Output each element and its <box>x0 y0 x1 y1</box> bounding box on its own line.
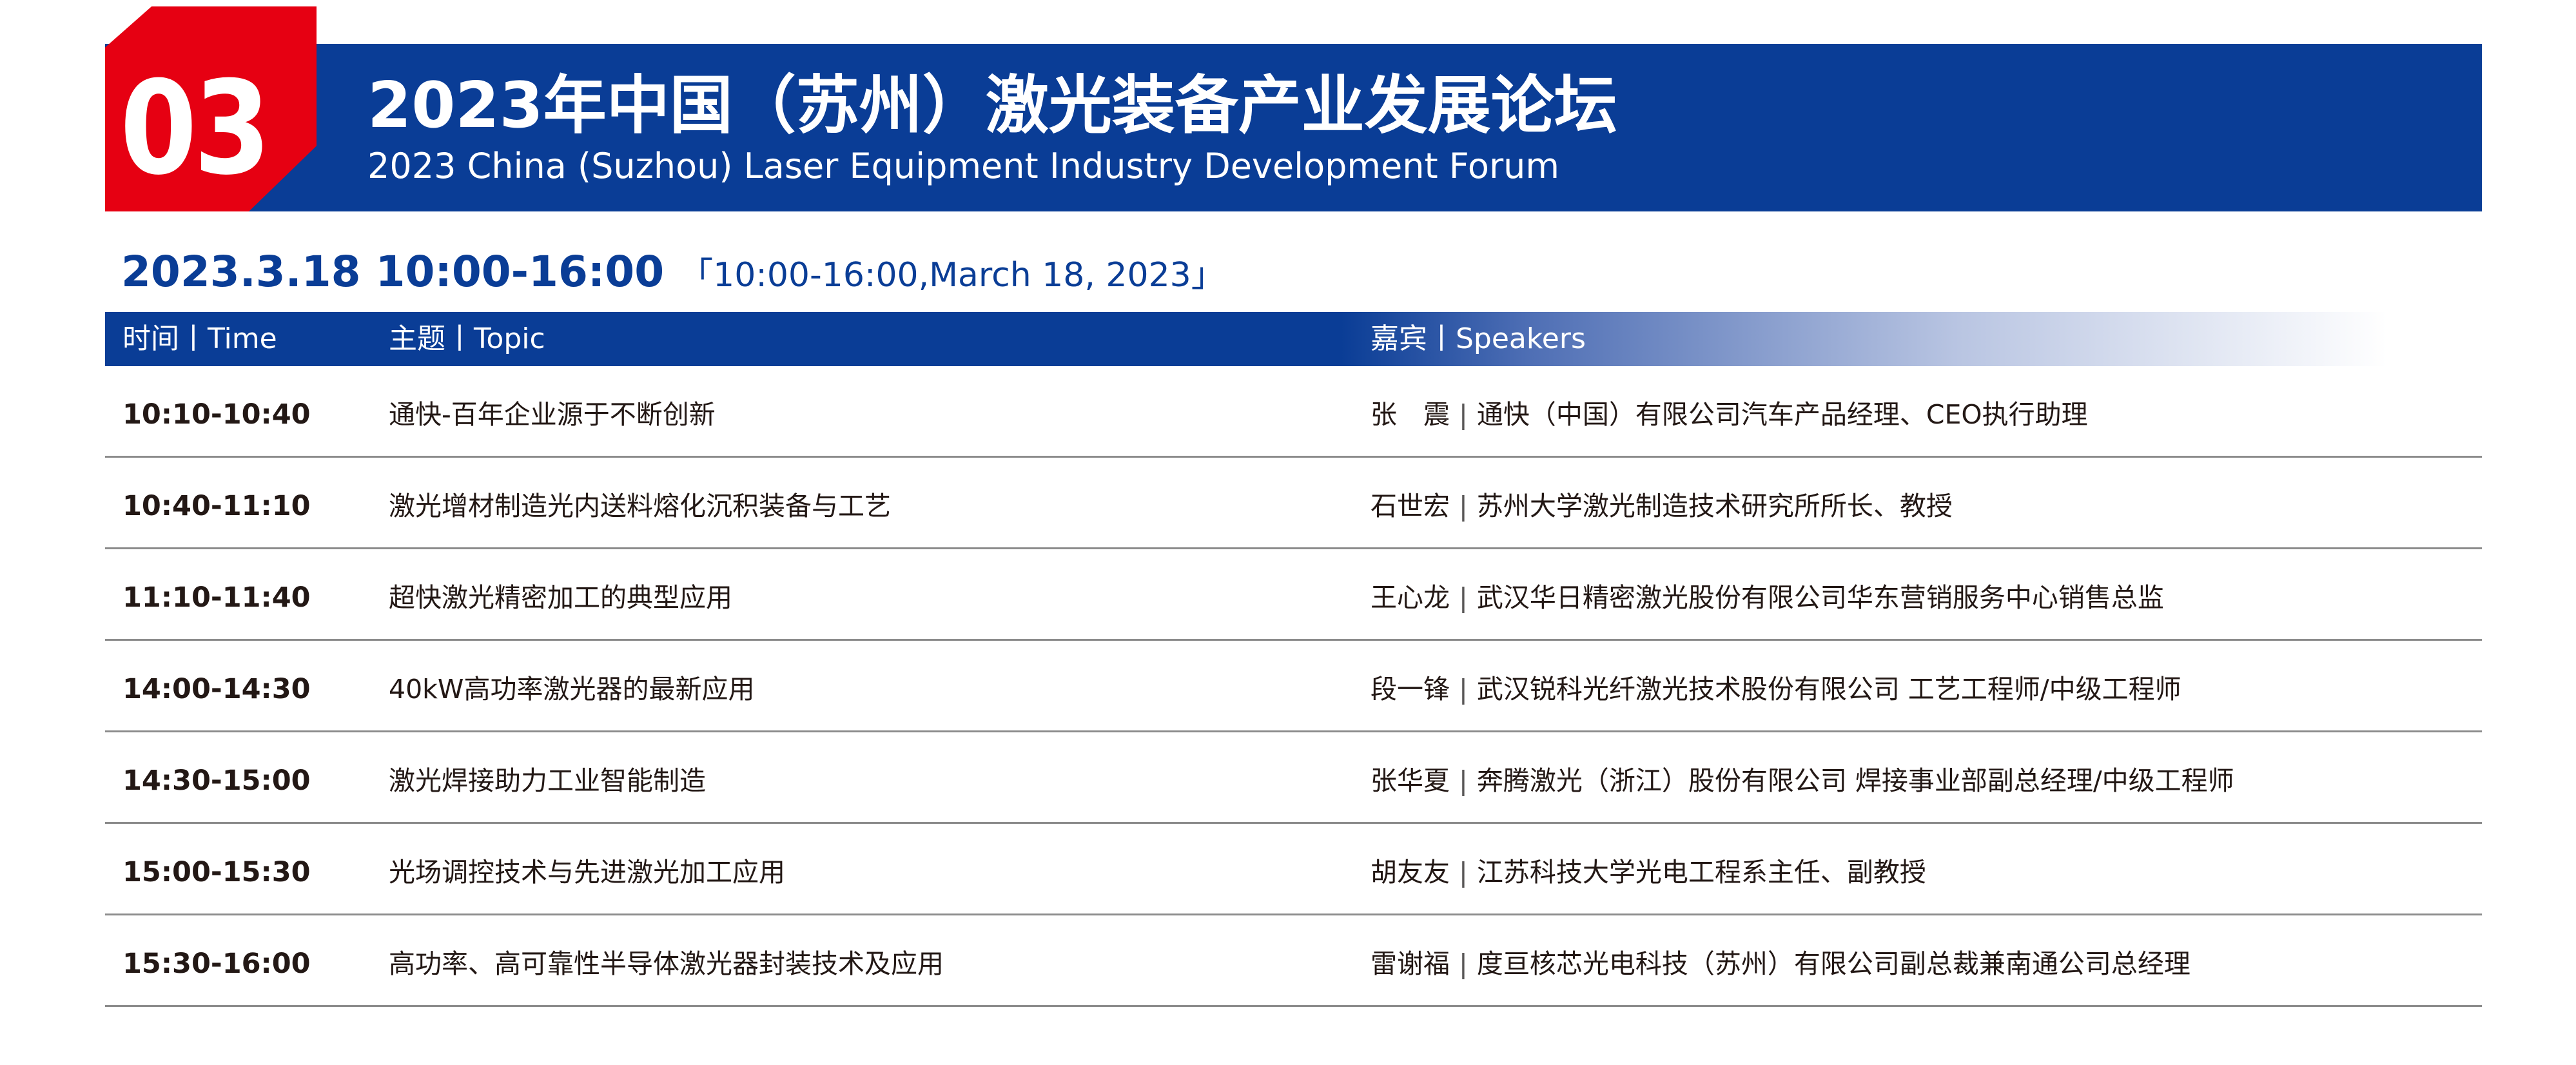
session-time: 15:00-15:30 <box>122 856 311 888</box>
forum-title-chinese: 2023年中国（苏州）激光装备产业发展论坛 <box>367 69 1617 142</box>
session-speaker: 石世宏 | 苏州大学激光制造技术研究所所长、教授 <box>1371 458 1953 547</box>
table-header: 时间丨Time 主题丨Topic 嘉宾丨Speakers <box>105 312 2482 366</box>
speaker-separator: | <box>1459 491 1468 522</box>
session-topic: 通快-百年企业源于不断创新 <box>389 399 716 430</box>
speaker-affiliation: 度亘核芯光电科技（苏州）有限公司副总裁兼南通公司总经理 <box>1476 948 2191 979</box>
speaker-name: 段一锋 <box>1371 674 1450 705</box>
speaker-name: 胡友友 <box>1371 857 1450 888</box>
speaker-affiliation: 通快（中国）有限公司汽车产品经理、CEO执行助理 <box>1476 399 2088 430</box>
header-time: 时间丨Time <box>122 322 277 355</box>
speaker-separator: | <box>1459 948 1468 979</box>
table-row: 11:10-11:40 超快激光精密加工的典型应用 王心龙 | 武汉华日精密激光股份… <box>105 549 2482 641</box>
speaker-separator: | <box>1459 857 1468 888</box>
session-time: 11:10-11:40 <box>122 581 311 614</box>
session-speaker: 段一锋 | 武汉锐科光纤激光技术股份有限公司 工艺工程师/中级工程师 <box>1371 641 2181 730</box>
speaker-affiliation: 武汉锐科光纤激光技术股份有限公司 工艺工程师/中级工程师 <box>1476 674 2181 705</box>
section-number: 03 <box>120 54 271 204</box>
session-time: 10:10-10:40 <box>122 398 311 431</box>
date-main: 2023.3.18 10:00-16:00 <box>121 247 665 297</box>
speaker-name: 雷谢福 <box>1371 948 1450 979</box>
speaker-name: 石世宏 <box>1371 491 1450 522</box>
date-line: 2023.3.18 10:00-16:00 「10:00-16:00,March … <box>121 246 1225 297</box>
forum-title-english: 2023 China (Suzhou) Laser Equipment Indu… <box>367 146 1559 186</box>
speaker-name: 张 震 <box>1371 399 1450 430</box>
table-row: 14:00-14:30 40kW高功率激光器的最新应用 段一锋 | 武汉锐科光纤激光… <box>105 641 2482 732</box>
speaker-affiliation: 武汉华日精密激光股份有限公司华东营销服务中心销售总监 <box>1476 582 2164 613</box>
speaker-name: 王心龙 <box>1371 582 1450 613</box>
session-time: 15:30-16:00 <box>122 948 311 980</box>
schedule-table: 10:10-10:40 通快-百年企业源于不断创新 张 震 | 通快（中国）有限公司… <box>105 366 2482 1007</box>
session-time: 10:40-11:10 <box>122 490 311 522</box>
session-speaker: 王心龙 | 武汉华日精密激光股份有限公司华东营销服务中心销售总监 <box>1371 549 2164 639</box>
speaker-affiliation: 奔腾激光（浙江）股份有限公司 焊接事业部副总经理/中级工程师 <box>1476 765 2234 796</box>
table-row: 10:40-11:10 激光增材制造光内送料熔化沉积装备与工艺 石世宏 | 苏州大学… <box>105 458 2482 549</box>
speaker-separator: | <box>1459 674 1468 705</box>
session-time: 14:30-15:00 <box>122 765 311 797</box>
speaker-separator: | <box>1459 765 1468 796</box>
speaker-separator: | <box>1459 582 1468 613</box>
header-topic: 主题丨Topic <box>389 322 545 355</box>
speaker-separator: | <box>1459 399 1468 430</box>
table-row: 14:30-15:00 激光焊接助力工业智能制造 张华夏 | 奔腾激光（浙江）股份有… <box>105 732 2482 824</box>
session-topic: 激光增材制造光内送料熔化沉积装备与工艺 <box>389 491 891 522</box>
session-speaker: 张 震 | 通快（中国）有限公司汽车产品经理、CEO执行助理 <box>1371 366 2088 456</box>
session-topic: 超快激光精密加工的典型应用 <box>389 582 732 613</box>
session-time: 14:00-14:30 <box>122 673 311 705</box>
session-topic: 光场调控技术与先进激光加工应用 <box>389 857 785 888</box>
speaker-affiliation: 苏州大学激光制造技术研究所所长、教授 <box>1476 491 1953 522</box>
session-speaker: 张华夏 | 奔腾激光（浙江）股份有限公司 焊接事业部副总经理/中级工程师 <box>1371 732 2234 822</box>
session-topic: 高功率、高可靠性半导体激光器封装技术及应用 <box>389 948 944 979</box>
table-row: 15:30-16:00 高功率、高可靠性半导体激光器封装技术及应用 雷谢福 | 度亘… <box>105 915 2482 1007</box>
header-speakers: 嘉宾丨Speakers <box>1371 322 1586 355</box>
table-row: 10:10-10:40 通快-百年企业源于不断创新 张 震 | 通快（中国）有限公司… <box>105 366 2482 458</box>
session-topic: 40kW高功率激光器的最新应用 <box>389 674 755 705</box>
session-speaker: 雷谢福 | 度亘核芯光电科技（苏州）有限公司副总裁兼南通公司总经理 <box>1371 915 2191 1005</box>
session-topic: 激光焊接助力工业智能制造 <box>389 765 706 796</box>
speaker-affiliation: 江苏科技大学光电工程系主任、副教授 <box>1476 857 1926 888</box>
session-speaker: 胡友友 | 江苏科技大学光电工程系主任、副教授 <box>1371 824 1926 914</box>
table-row: 15:00-15:30 光场调控技术与先进激光加工应用 胡友友 | 江苏科技大学光电… <box>105 824 2482 915</box>
speaker-name: 张华夏 <box>1371 765 1450 796</box>
date-english: 「10:00-16:00,March 18, 2023」 <box>679 256 1225 295</box>
